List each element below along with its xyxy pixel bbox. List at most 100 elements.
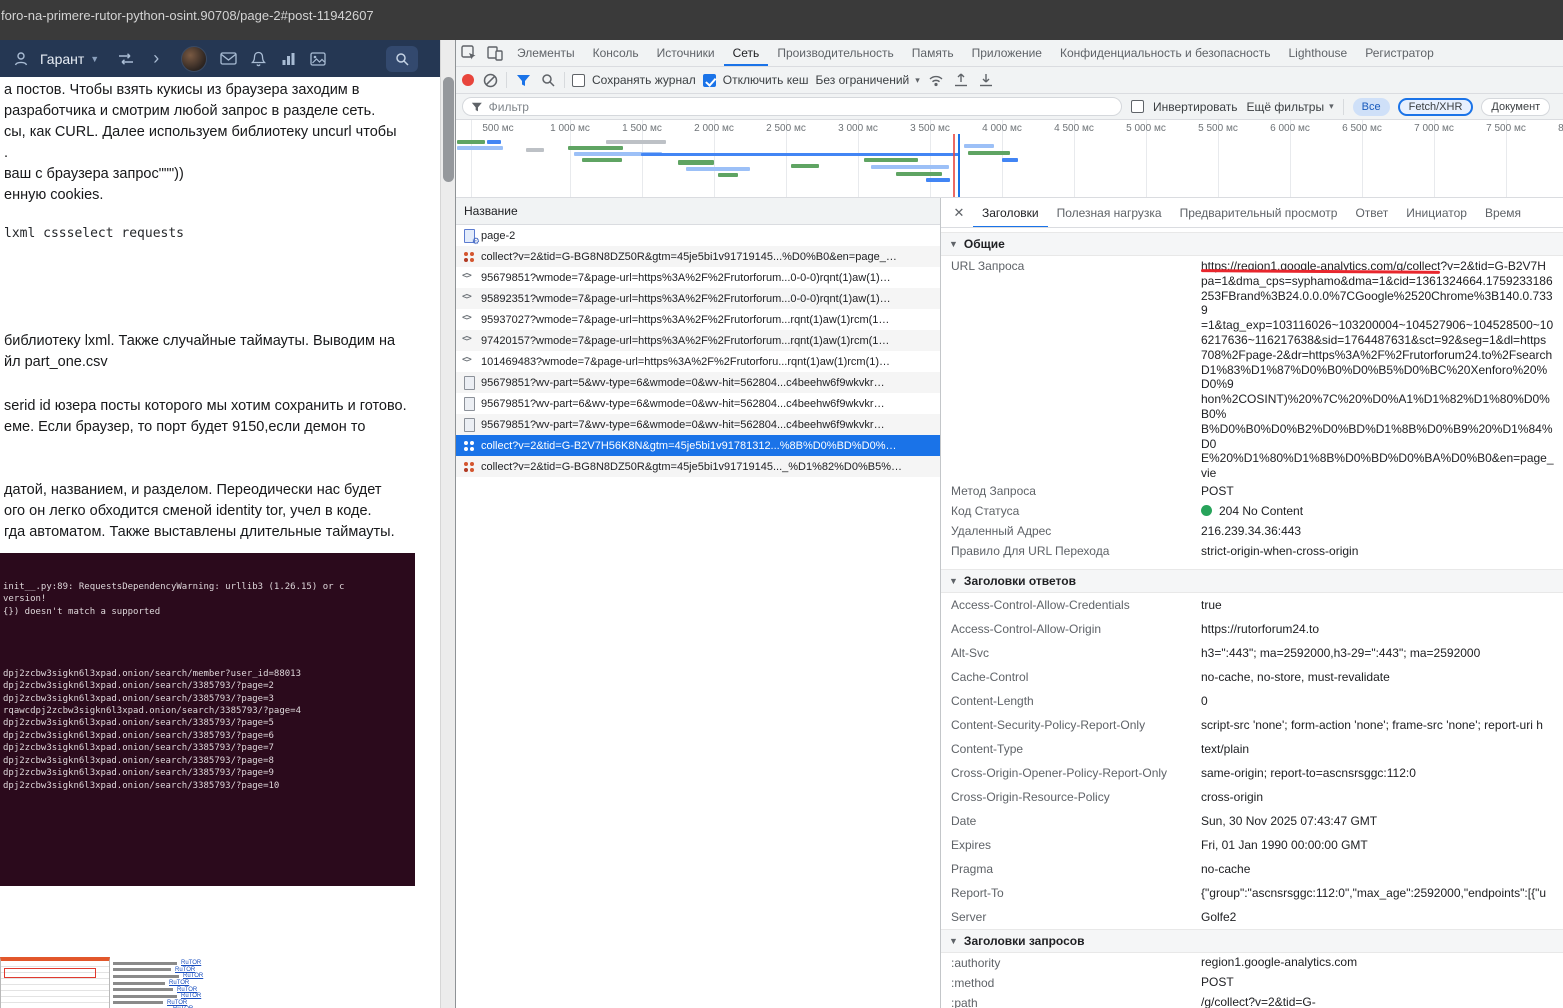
network-request-row[interactable]: collect?v=2&tid=G-BG8N8DZ50R&gtm=45je5bi… — [456, 246, 940, 267]
details-tab[interactable]: Ответ — [1346, 198, 1397, 228]
waterfall-bar — [896, 172, 942, 176]
dcl-marker — [958, 134, 960, 197]
header-row: Content-Length 0 — [941, 689, 1563, 713]
filter-pill[interactable]: Документ — [1481, 98, 1550, 116]
rutor-link[interactable]: RuTOR — [177, 987, 197, 993]
devtools-tab[interactable]: Память — [903, 40, 963, 66]
filter-pill[interactable]: Все — [1353, 98, 1390, 116]
devtools-tab[interactable]: Конфиденциальность и безопасность — [1051, 40, 1280, 66]
network-request-row[interactable]: 95679851?wv-part=5&wv-type=6&wmode=0&wv-… — [456, 372, 940, 393]
network-request-row[interactable]: page-2 — [456, 225, 940, 246]
device-toolbar-icon[interactable] — [482, 40, 508, 66]
more-filters-button[interactable]: Ещё фильтры — [1247, 100, 1334, 114]
request-headers-section-header[interactable]: ▼ Заголовки запросов — [941, 929, 1563, 953]
devtools-tab[interactable]: Приложение — [963, 40, 1051, 66]
devtools-tab[interactable]: Консоль — [584, 40, 648, 66]
chevron-right-icon[interactable]: › — [145, 48, 167, 70]
general-section-header[interactable]: ▼ Общие — [941, 232, 1563, 256]
devtools-tabs: Элементы Консоль Источники Сеть Производ… — [508, 40, 1443, 66]
details-tab[interactable]: Предварительный просмотр — [1171, 198, 1347, 228]
rutor-link[interactable]: RuTOR — [167, 1000, 187, 1006]
devtools-tab[interactable]: Регистратор — [1356, 40, 1443, 66]
devtools-tab[interactable]: Источники — [648, 40, 724, 66]
filter-icon[interactable] — [514, 71, 532, 89]
disable-cache-label: Отключить кеш — [723, 73, 809, 87]
invert-label: Инвертировать — [1153, 100, 1238, 114]
network-request-row[interactable]: 95937027?wmode=7&page-url=https%3A%2F%2F… — [456, 309, 940, 330]
person-icon — [10, 48, 32, 70]
details-tab[interactable]: Полезная нагрузка — [1048, 198, 1171, 228]
network-request-row[interactable]: 97420157?wmode=7&page-url=https%3A%2F%2F… — [456, 330, 940, 351]
page-scrollbar[interactable] — [440, 40, 455, 1008]
details-tab[interactable]: Заголовки — [973, 198, 1048, 228]
filter-input[interactable] — [489, 100, 1113, 114]
chart-icon[interactable] — [277, 48, 299, 70]
inspect-element-icon[interactable] — [456, 40, 482, 66]
rutor-link[interactable]: RuTOR — [181, 993, 201, 999]
clear-icon[interactable] — [481, 71, 499, 89]
network-request-row[interactable]: 95892351?wmode=7&page-url=https%3A%2F%2F… — [456, 288, 940, 309]
rutor-link[interactable]: RuTOR — [181, 960, 201, 966]
filter-pill[interactable]: Fetch/XHR — [1398, 98, 1474, 116]
header-name: Server — [951, 905, 1201, 929]
rutor-link[interactable]: RuTOR — [183, 973, 203, 979]
rutor-link[interactable]: RuTOR — [175, 967, 195, 973]
details-tab[interactable]: Инициатор — [1397, 198, 1476, 228]
network-request-row[interactable]: 95679851?wv-part=6&wv-type=6&wmode=0&wv-… — [456, 393, 940, 414]
network-request-row[interactable]: collect?v=2&tid=G-BG8N8DZ50R&gtm=45je5bi… — [456, 456, 940, 477]
scrollbar-thumb[interactable] — [443, 77, 454, 182]
bell-icon[interactable] — [247, 48, 269, 70]
mini-rows: RuTORRuTORRuTORRuTORRuTORRuTORRuTORRuTOR — [113, 960, 203, 1008]
mail-icon[interactable] — [217, 48, 239, 70]
devtools-tab[interactable]: Сеть — [724, 40, 769, 66]
request-type-icon — [462, 396, 477, 411]
avatar[interactable] — [181, 46, 207, 72]
search-icon[interactable] — [539, 71, 557, 89]
network-conditions-icon[interactable] — [927, 71, 945, 89]
gallery-icon[interactable] — [307, 48, 329, 70]
network-request-row[interactable]: collect?v=2&tid=G-B2V7H56K8N&gtm=45je5bi… — [456, 435, 940, 456]
close-icon[interactable]: ✕ — [949, 203, 969, 223]
remote-address-row: Удаленный Адрес 216.239.34.36:443 — [941, 521, 1563, 541]
details-tabbar: ✕ Заголовки Полезная нагрузка Предварите… — [941, 198, 1563, 228]
status-value: 204 No Content — [1219, 504, 1303, 518]
header-value: same-origin; report-to=ascnsrsggc:112:0 — [1201, 761, 1555, 785]
disable-cache-checkbox[interactable] — [703, 74, 716, 87]
invert-checkbox[interactable] — [1131, 100, 1144, 113]
timeline-tick-label: 500 мс — [462, 123, 534, 134]
attachment-thumbnail[interactable]: RuTORRuTORRuTORRuTORRuTORRuTORRuTORRuTOR — [0, 957, 360, 1008]
header-value: POST — [1201, 973, 1555, 991]
network-overview-timeline[interactable]: 500 мс1 000 мс1 500 мс2 000 мс2 500 мс3 … — [456, 120, 1563, 198]
network-request-row[interactable]: 95679851?wv-part=7&wv-type=6&wmode=0&wv-… — [456, 414, 940, 435]
rutor-link[interactable]: RuTOR — [169, 980, 189, 986]
filter-input-box[interactable] — [462, 97, 1122, 116]
devtools-tab[interactable]: Производительность — [768, 40, 902, 66]
network-request-row[interactable]: 101469483?wmode=7&page-url=https%3A%2F%2… — [456, 351, 940, 372]
export-har-icon[interactable] — [977, 71, 995, 89]
record-icon[interactable] — [462, 74, 474, 86]
name-column-header[interactable]: Название — [456, 198, 940, 225]
details-tab[interactable]: Время — [1476, 198, 1530, 228]
network-request-row[interactable]: 95679851?wmode=7&page-url=https%3A%2F%2F… — [456, 267, 940, 288]
throttling-select[interactable]: Без ограничений — [815, 73, 919, 87]
import-har-icon[interactable] — [952, 71, 970, 89]
header-value: region1.google-analytics.com — [1201, 953, 1555, 971]
preserve-log-checkbox[interactable] — [572, 74, 585, 87]
waterfall-bar — [487, 140, 501, 144]
garant-menu[interactable]: Гарант▼ — [40, 51, 99, 67]
header-row: Cache-Control no-cache, no-store, must-r… — [941, 665, 1563, 689]
search-button[interactable] — [386, 46, 418, 72]
waterfall-bar — [641, 153, 959, 156]
response-headers-section-header[interactable]: ▼ Заголовки ответов — [941, 569, 1563, 593]
header-name: Date — [951, 809, 1201, 833]
header-row: Expires Fri, 01 Jan 1990 00:00:00 GMT — [941, 833, 1563, 857]
request-type-icon — [462, 375, 477, 390]
devtools-tab[interactable]: Элементы — [508, 40, 584, 66]
request-rows: page-2 collect?v=2&tid=G-BG8N8DZ50R&gtm=… — [456, 225, 940, 1008]
timeline-tick-label: 2 500 мс — [750, 123, 822, 134]
devtools-tab[interactable]: Lighthouse — [1280, 40, 1357, 66]
disclosure-triangle-icon: ▼ — [949, 576, 958, 586]
header-value: Golfe2 — [1201, 905, 1555, 929]
swap-arrows-icon[interactable] — [115, 48, 137, 70]
header-value: h3=":443"; ma=2592000,h3-29=":443"; ma=2… — [1201, 641, 1555, 665]
